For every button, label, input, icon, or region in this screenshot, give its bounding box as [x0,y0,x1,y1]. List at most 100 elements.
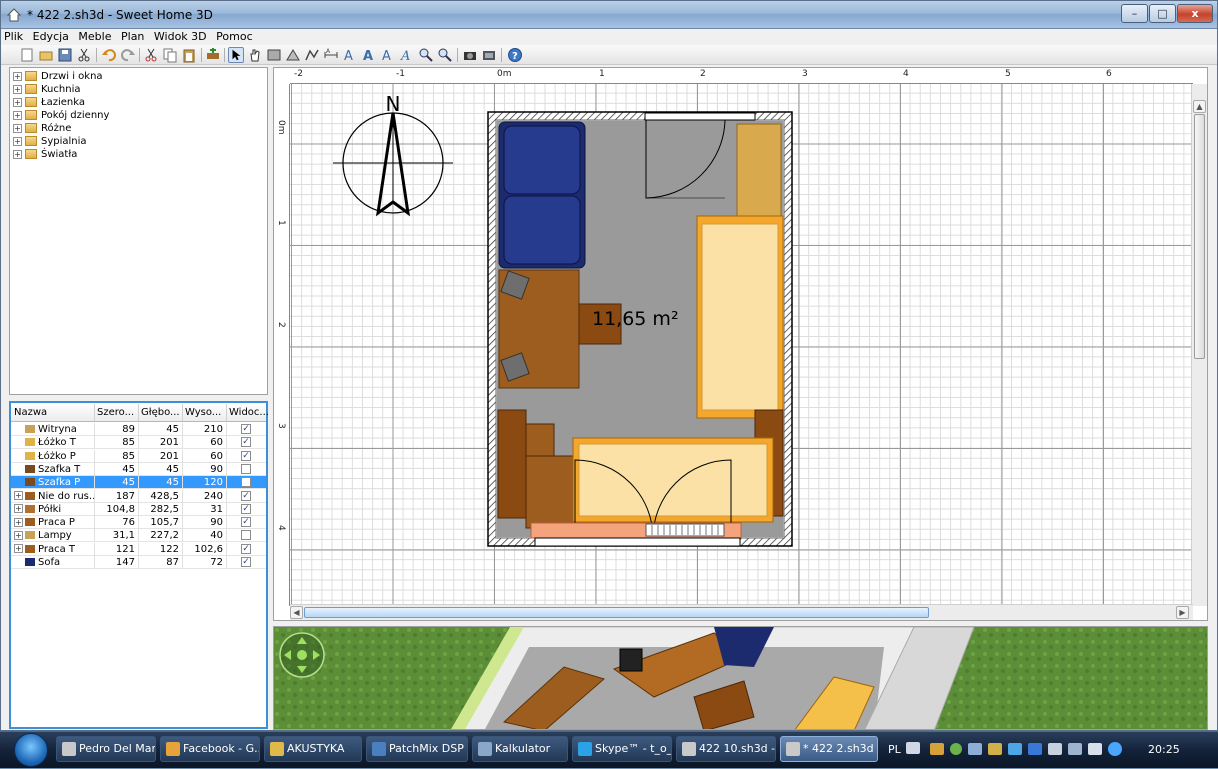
text-style-icon[interactable]: A [380,47,396,63]
language-indicator[interactable]: PL [888,743,901,756]
expand-icon[interactable]: + [14,544,23,554]
menu-plan[interactable]: Plan [118,29,147,43]
menu-meble[interactable]: Meble [75,29,114,43]
visible-checkbox[interactable]: ✓ [241,517,251,528]
open-icon[interactable] [38,47,54,63]
3d-navigation-arrows[interactable] [278,631,326,679]
bed-lozko-t[interactable] [572,437,774,523]
pan-icon[interactable] [247,47,263,63]
furniture-row[interactable]: + Lampy 31,1 227,2 40 [11,529,266,543]
title-bar[interactable]: * 422 2.sh3d - Sweet Home 3D – □ x [1,1,1217,29]
furniture-row[interactable]: Łóżko T 85 201 60 ✓ [11,436,266,450]
plan-horizontal-scrollbar[interactable]: ◀ ▶ [290,604,1193,620]
door-top[interactable] [644,112,756,121]
text-italic-icon[interactable]: A [399,47,415,63]
col-width-header[interactable]: Szero... [97,407,134,418]
tray-app-icon[interactable] [1008,743,1022,755]
expand-icon[interactable]: + [13,84,22,94]
col-depth-header[interactable]: Głębo... [141,407,180,418]
close-button[interactable]: x [1177,4,1213,23]
sofa[interactable] [498,121,586,269]
plan-grid[interactable]: N 11,65 m² [290,84,1193,606]
undo-icon[interactable] [101,47,117,63]
save-icon[interactable] [57,47,73,63]
expand-icon[interactable]: + [13,149,22,159]
column-divider[interactable] [94,404,95,421]
visible-checkbox[interactable] [241,477,251,488]
taskbar-item[interactable]: Pedro Del Mar... [56,736,156,762]
taskbar-item[interactable]: * 422 2.sh3d - ... [780,736,878,762]
expand-icon[interactable]: + [14,517,23,527]
furniture-row[interactable]: Szafka P 45 45 120 [11,476,266,490]
expand-icon[interactable]: + [13,97,22,107]
menu-widok3d[interactable]: Widok 3D [151,29,210,43]
furniture-row[interactable]: Szafka T 45 45 90 [11,462,266,476]
select-icon[interactable] [228,47,244,63]
add-furniture-icon[interactable] [205,47,221,63]
paste-icon[interactable] [181,47,197,63]
visible-checkbox[interactable]: ✓ [241,503,251,514]
furniture-row[interactable]: Sofa 147 87 72 ✓ [11,556,266,569]
catalog-category[interactable]: + Światła [13,148,77,161]
redo-icon[interactable] [120,47,136,63]
start-button[interactable] [14,733,48,767]
tray-app-icon[interactable] [950,743,962,755]
scroll-thumb[interactable] [1194,114,1205,359]
furniture-row[interactable]: + Praca T 121 122 102,6 ✓ [11,542,266,556]
column-divider[interactable] [226,404,227,421]
tray-app-icon[interactable] [930,743,944,755]
furniture-row[interactable]: Łóżko P 85 201 60 ✓ [11,449,266,463]
furniture-row[interactable]: + Praca P 76 105,7 90 ✓ [11,516,266,530]
wardrobe[interactable] [736,123,782,217]
photo-icon[interactable] [462,47,478,63]
expand-icon[interactable]: + [14,491,23,500]
furniture-row[interactable]: + Półki 104,8 282,5 31 ✓ [11,502,266,516]
catalog-category[interactable]: + Kuchnia [13,83,80,96]
action-center-icon[interactable] [1048,743,1062,755]
expand-icon[interactable]: + [13,136,22,146]
maximize-button[interactable]: □ [1149,4,1176,23]
tray-app-icon[interactable] [988,743,1002,755]
visible-checkbox[interactable]: ✓ [241,424,251,434]
catalog-category[interactable]: + Pokój dzienny [13,109,109,122]
3d-view[interactable] [273,626,1208,730]
expand-icon[interactable]: + [13,123,22,133]
menu-plik[interactable]: Plik [1,29,26,43]
room-area-label[interactable]: 11,65 m² [592,308,679,330]
scroll-up-icon[interactable]: ▲ [1193,100,1206,113]
text-bold-icon[interactable]: A [361,47,377,63]
taskbar-item[interactable]: PatchMix DSP [366,736,468,762]
tray-app-icon[interactable] [1028,743,1042,755]
taskbar-item[interactable]: Facebook - G... [160,736,260,762]
catalog-category[interactable]: + Drzwi i okna [13,70,103,83]
expand-icon[interactable]: + [14,530,23,540]
create-polylines-icon[interactable] [304,47,320,63]
plan-view[interactable]: -2 -1 0m 1 2 3 4 5 6 0m 1 2 3 4 N 11,65 … [273,67,1208,621]
video-icon[interactable] [481,47,497,63]
column-divider[interactable] [138,404,139,421]
scroll-left-icon[interactable]: ◀ [290,606,303,619]
taskbar-item[interactable]: AKUSTYKA [264,736,362,762]
col-height-header[interactable]: Wyso... [185,407,221,418]
expand-icon[interactable]: + [14,504,23,514]
visible-checkbox[interactable]: ✓ [241,437,251,448]
catalog-category[interactable]: + Różne [13,122,71,135]
col-name-header[interactable]: Nazwa [14,407,47,418]
minimize-button[interactable]: – [1121,4,1148,23]
create-dimensions-icon[interactable]: A [323,47,339,63]
scroll-thumb[interactable] [304,607,929,618]
tray-app-icon[interactable] [1108,742,1122,756]
visible-checkbox[interactable] [241,463,251,474]
cut-icon[interactable] [76,47,92,63]
taskbar-item[interactable]: Skype™ - t_o_... [572,736,672,762]
visible-checkbox[interactable] [241,530,251,541]
copy-icon[interactable] [162,47,178,63]
catalog-category[interactable]: + Sypialnia [13,135,87,148]
menu-edycja[interactable]: Edycja [30,29,72,43]
plan-vertical-scrollbar[interactable]: ▲ [1191,84,1207,606]
volume-icon[interactable] [1088,743,1102,755]
network-icon[interactable] [1068,743,1082,755]
tray-app-icon[interactable] [968,743,982,755]
taskbar-item[interactable]: 422 10.sh3d - ... [676,736,776,762]
new-icon[interactable] [19,47,35,63]
